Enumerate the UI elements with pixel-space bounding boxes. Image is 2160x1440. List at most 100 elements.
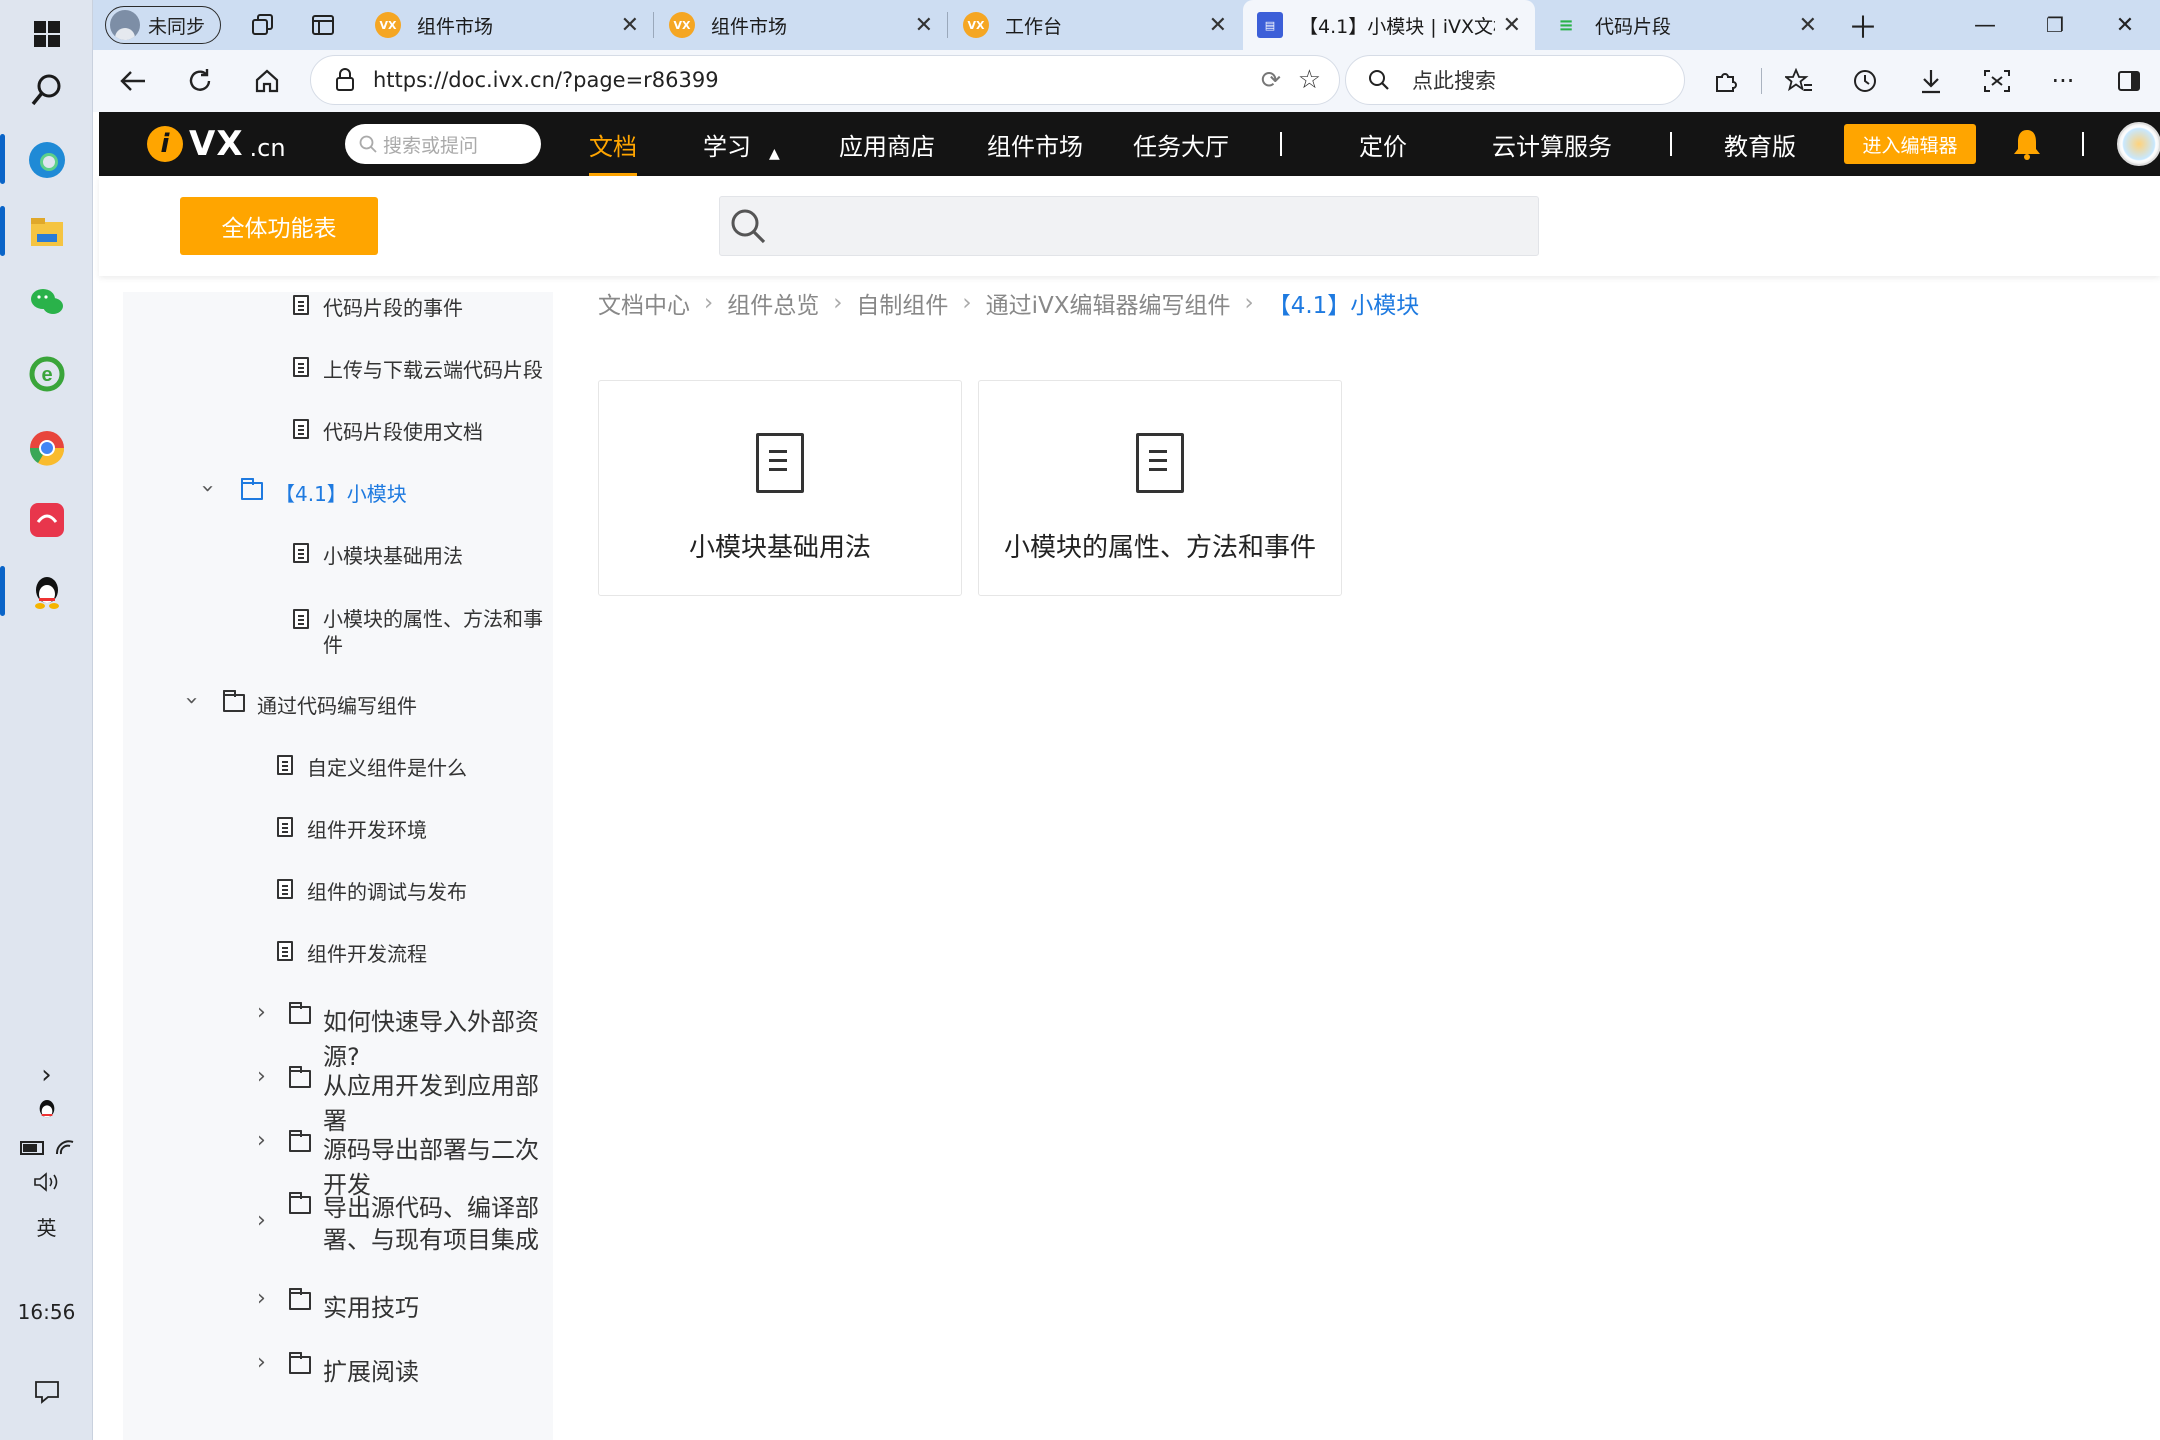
more-menu-icon[interactable]: ··· — [2043, 61, 2083, 101]
back-arrow-icon[interactable] — [113, 61, 153, 101]
chevron-right-icon[interactable]: › — [257, 1350, 266, 1375]
favorite-star-icon[interactable]: ☆ — [1298, 65, 1321, 95]
ivx-favicon-icon: VX — [963, 12, 989, 38]
profile-button[interactable]: 未同步 — [105, 6, 221, 44]
qq-icon[interactable] — [0, 558, 93, 626]
tree-item-debug-publish[interactable]: 组件的调试与发布 — [277, 876, 467, 905]
breadcrumb-editor-components[interactable]: 通过iVX编辑器编写组件 — [986, 286, 1231, 320]
chevron-right-icon[interactable]: › — [257, 1128, 266, 1153]
breadcrumb-custom[interactable]: 自制组件 — [856, 286, 948, 320]
tree-item-tips[interactable]: 实用技巧 — [289, 1288, 419, 1323]
chevron-right-icon[interactable]: › — [257, 1208, 266, 1233]
chevron-right-icon[interactable]: › — [257, 1000, 266, 1025]
all-features-button[interactable]: 全体功能表 — [180, 197, 378, 255]
enter-editor-button[interactable]: 进入编辑器 — [1844, 124, 1976, 164]
tree-item-module-basics[interactable]: 小模块基础用法 — [293, 540, 463, 569]
minimize-icon[interactable]: — — [1950, 0, 2020, 50]
app-red-icon[interactable] — [0, 486, 93, 554]
workspaces-icon[interactable] — [233, 0, 293, 50]
nav-pricing[interactable]: 定价 — [1359, 112, 1407, 176]
nav-app-store[interactable]: 应用商店 — [839, 112, 935, 176]
tab-component-market-2[interactable]: VX 组件市场 ✕ — [655, 0, 947, 50]
sidebar-toggle-icon[interactable] — [2109, 61, 2149, 101]
tree-item-dev-env[interactable]: 组件开发环境 — [277, 814, 427, 843]
download-icon[interactable] — [1911, 61, 1951, 101]
new-tab-plus-icon[interactable]: ＋ — [1833, 0, 1893, 50]
tree-item-module-props[interactable]: 小模块的属性、方法和事件 — [293, 606, 543, 658]
breadcrumb-components[interactable]: 组件总览 — [727, 286, 819, 320]
tree-item-export-integrate[interactable]: 导出源代码、编译部署、与现有项目集成 — [289, 1192, 549, 1256]
tree-item-snippet-events[interactable]: 代码片段的事件 — [293, 292, 463, 321]
tree-item-code-components[interactable]: 通过代码编写组件 — [223, 690, 417, 719]
ivx-logo[interactable]: i VX .cn — [147, 124, 286, 164]
tree-item-import-resources[interactable]: 如何快速导入外部资源? — [289, 1002, 553, 1072]
tab-small-module-active[interactable]: ▤ 【4.1】小模块 | iVX文档中心 ✕ — [1243, 0, 1535, 50]
nav-cloud[interactable]: 云计算服务 — [1492, 112, 1612, 176]
browser-search-field[interactable]: 点此搜索 — [1345, 55, 1685, 105]
tree-label: 通过代码编写组件 — [257, 694, 417, 718]
chevron-right-icon[interactable]: › — [257, 1286, 266, 1311]
tree-item-upload-download[interactable]: 上传与下载云端代码片段 — [293, 354, 543, 383]
chevron-down-icon[interactable]: › — [179, 696, 204, 705]
site-navbar: i VX .cn 搜索或提问 文档 学习 ▲ 应用商店 组件市场 任务大厅 定价 … — [99, 112, 2160, 176]
doc-card-props[interactable]: 小模块的属性、方法和事件 — [978, 380, 1342, 596]
doc-card-basics[interactable]: 小模块基础用法 — [598, 380, 962, 596]
nav-task-hall[interactable]: 任务大厅 — [1133, 112, 1229, 176]
tree-item-source-export[interactable]: 源码导出部署与二次开发 — [289, 1130, 553, 1200]
tab-workbench[interactable]: VX 工作台 ✕ — [949, 0, 1241, 50]
nav-docs[interactable]: 文档 — [589, 112, 637, 176]
lock-icon[interactable] — [335, 68, 355, 92]
qq-tray-icon[interactable] — [0, 1098, 93, 1127]
notification-icon[interactable] — [0, 1380, 93, 1409]
tree-item-extended-reading[interactable]: 扩展阅读 — [289, 1352, 419, 1387]
restore-icon[interactable]: ❐ — [2020, 0, 2090, 50]
tree-item-dev-flow[interactable]: 组件开发流程 — [277, 938, 427, 967]
doc-search-input[interactable] — [719, 196, 1539, 256]
chrome-icon[interactable] — [0, 414, 93, 482]
tree-item-dev-to-deploy[interactable]: 从应用开发到应用部署 — [289, 1066, 553, 1136]
close-icon[interactable]: ✕ — [1799, 13, 1817, 38]
wechat-icon[interactable] — [0, 268, 93, 336]
screenshot-icon[interactable] — [1977, 61, 2017, 101]
close-icon[interactable]: ✕ — [1209, 13, 1227, 38]
battery-wifi-icon[interactable] — [0, 1138, 93, 1163]
caret-down-icon[interactable]: ▲ — [769, 146, 780, 162]
close-icon[interactable]: ✕ — [621, 13, 639, 38]
close-icon[interactable]: ✕ — [1503, 13, 1521, 38]
chevron-right-icon[interactable]: › — [257, 1064, 266, 1089]
tab-component-market-1[interactable]: VX 组件市场 ✕ — [361, 0, 653, 50]
tree-item-snippet-docs[interactable]: 代码片段使用文档 — [293, 416, 483, 445]
volume-icon[interactable] — [0, 1172, 93, 1197]
chevron-right-icon[interactable]: › — [0, 1060, 93, 1090]
bell-icon[interactable] — [2012, 128, 2042, 160]
nav-component-market[interactable]: 组件市场 — [987, 112, 1083, 176]
home-icon[interactable] — [247, 61, 287, 101]
nav-education[interactable]: 教育版 — [1724, 112, 1796, 176]
tree-item-what-custom[interactable]: 自定义组件是什么 — [277, 752, 467, 781]
chevron-down-icon[interactable]: › — [195, 484, 220, 493]
input-language[interactable]: 英 — [0, 1212, 93, 1241]
history-icon[interactable] — [1845, 61, 1885, 101]
user-avatar[interactable] — [2117, 122, 2160, 166]
nav-search-input[interactable]: 搜索或提问 — [345, 124, 541, 164]
immersive-reader-icon[interactable]: ⟳ — [1261, 66, 1281, 94]
tree-item-small-module[interactable]: 【4.1】小模块 — [241, 478, 407, 507]
extensions-icon[interactable] — [1705, 61, 1745, 101]
close-icon[interactable]: ✕ — [915, 13, 933, 38]
tab-code-snippet[interactable]: ≡ 代码片段 ✕ — [1539, 0, 1831, 50]
search-icon — [731, 209, 766, 244]
nav-learn[interactable]: 学习 — [703, 112, 751, 176]
url-field[interactable]: https://doc.ivx.cn/?page=r86399 ⟳ ☆ — [310, 55, 1340, 105]
search-icon[interactable] — [0, 56, 93, 124]
ie-browser-icon[interactable]: e — [0, 340, 93, 408]
clock[interactable]: 16:56 — [0, 1300, 93, 1324]
file-explorer-icon[interactable] — [0, 198, 93, 266]
breadcrumb-doc-center[interactable]: 文档中心 — [598, 286, 690, 320]
document-icon — [1136, 433, 1184, 493]
refresh-icon[interactable] — [180, 61, 220, 101]
edge-browser-icon[interactable] — [0, 126, 93, 194]
document-icon — [293, 357, 309, 377]
window-close-icon[interactable]: ✕ — [2090, 0, 2160, 50]
tab-actions-icon[interactable] — [293, 0, 353, 50]
favorites-icon[interactable] — [1779, 61, 1819, 101]
